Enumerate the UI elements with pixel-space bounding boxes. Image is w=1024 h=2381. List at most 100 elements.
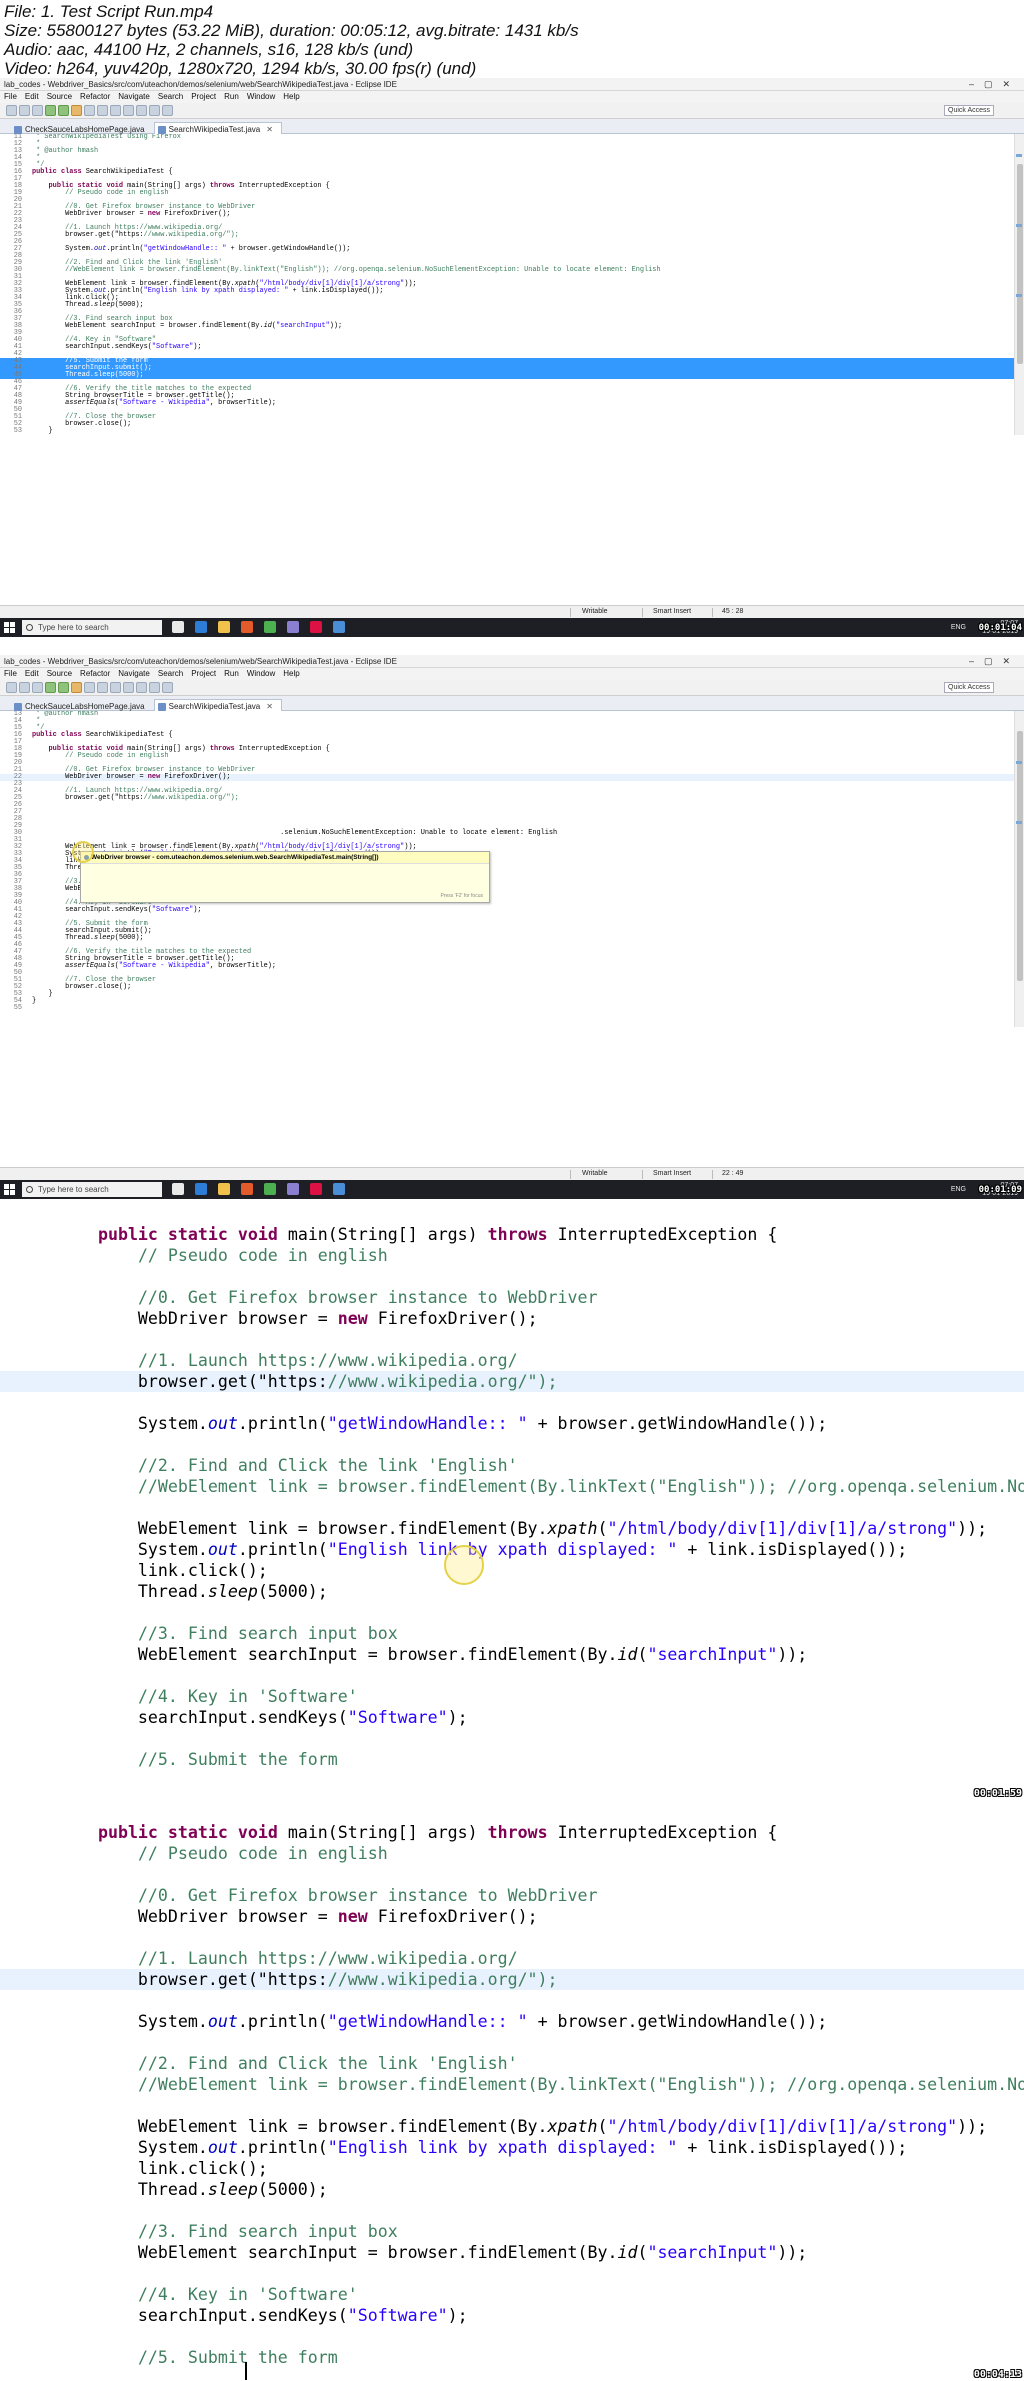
code-line[interactable]: System.out.println("getWindowHandle:: " … bbox=[0, 2011, 1024, 2032]
save-icon[interactable] bbox=[19, 682, 30, 693]
code-line[interactable]: 49 assertEquals("Software - Wikipedia", … bbox=[0, 400, 1014, 407]
scrollbar-thumb[interactable] bbox=[1017, 164, 1023, 364]
code-line[interactable]: 11 * SearchWikipediaTest using Firefox bbox=[0, 134, 1014, 141]
editor-scrollbar[interactable] bbox=[1014, 134, 1024, 435]
menu-refactor[interactable]: Refactor bbox=[80, 669, 110, 678]
code-line[interactable]: //0. Get Firefox browser instance to Web… bbox=[0, 1287, 1024, 1308]
menu-edit[interactable]: Edit bbox=[25, 92, 39, 101]
firefox-icon[interactable] bbox=[241, 621, 253, 633]
code-line[interactable]: System.out.println("getWindowHandle:: " … bbox=[0, 1413, 1024, 1434]
code-line[interactable]: //4. Key in 'Software' bbox=[0, 1686, 1024, 1707]
recorder-icon[interactable] bbox=[310, 1183, 322, 1195]
code-line[interactable]: //3. Find search input box bbox=[0, 1623, 1024, 1644]
overview-marker[interactable] bbox=[1016, 821, 1022, 824]
quick-access-field[interactable]: Quick Access bbox=[944, 105, 994, 116]
hover-tooltip[interactable]: WebDriver browser - com.uteachon.demos.s… bbox=[80, 851, 490, 903]
code-line[interactable] bbox=[0, 1990, 1024, 2011]
external-tools-icon[interactable] bbox=[71, 682, 82, 693]
chrome-icon[interactable] bbox=[264, 621, 276, 633]
window-controls[interactable]: –▢✕ bbox=[969, 78, 1020, 90]
menu-window[interactable]: Window bbox=[247, 669, 275, 678]
new-package-icon[interactable] bbox=[97, 105, 108, 116]
code-line[interactable]: 16 public class SearchWikipediaTest { bbox=[0, 169, 1014, 176]
open-type-icon[interactable] bbox=[123, 105, 134, 116]
new-class-icon[interactable] bbox=[110, 105, 121, 116]
code-line[interactable]: 43 //5. Submit the form bbox=[0, 921, 1014, 928]
menu-window[interactable]: Window bbox=[247, 92, 275, 101]
app-icon[interactable] bbox=[333, 1183, 345, 1195]
code-line[interactable]: 38 WebElement searchInput = browser.find… bbox=[0, 323, 1014, 330]
code-line[interactable]: 22 WebDriver browser = new FirefoxDriver… bbox=[0, 211, 1014, 218]
code-line[interactable]: 25 browser.get("https://www.wikipedia.or… bbox=[0, 795, 1014, 802]
code-line[interactable]: //0. Get Firefox browser instance to Web… bbox=[0, 1885, 1024, 1906]
task-view-icon[interactable] bbox=[172, 621, 184, 633]
code-line[interactable]: 13 * @author hmash bbox=[0, 711, 1014, 718]
code-line[interactable]: //5. Submit the form bbox=[0, 1749, 1024, 1770]
search-icon[interactable] bbox=[136, 105, 147, 116]
quick-access-field[interactable]: Quick Access bbox=[944, 682, 994, 693]
code-line[interactable]: //WebElement link = browser.findElement(… bbox=[0, 2074, 1024, 2095]
code-line[interactable]: 44 searchInput.submit(); bbox=[0, 928, 1014, 935]
code-editor[interactable]: 11 * SearchWikipediaTest using Firefox 12… bbox=[0, 134, 1014, 435]
menu-help[interactable]: Help bbox=[283, 669, 299, 678]
menu-navigate[interactable]: Navigate bbox=[118, 669, 150, 678]
menu-edit[interactable]: Edit bbox=[25, 669, 39, 678]
code-line[interactable]: 41 searchInput.sendKeys("Software"); bbox=[0, 907, 1014, 914]
code-line[interactable]: 53 } bbox=[0, 428, 1014, 435]
code-line[interactable]: 13 * @author hmash bbox=[0, 148, 1014, 155]
code-line[interactable] bbox=[0, 1864, 1024, 1885]
code-line[interactable]: browser.get("https://www.wikipedia.org/"… bbox=[0, 1371, 1024, 1392]
save-icon[interactable] bbox=[19, 105, 30, 116]
eclipse-icon[interactable] bbox=[287, 1183, 299, 1195]
code-editor[interactable]: 13 * @author hmash 14 * 15 */16 public clas… bbox=[0, 711, 1014, 1027]
menu-file[interactable]: File bbox=[4, 92, 17, 101]
forward-icon[interactable] bbox=[162, 105, 173, 116]
code-line[interactable]: //3. Find search input box bbox=[0, 2221, 1024, 2242]
menu-file[interactable]: File bbox=[4, 669, 17, 678]
window-controls[interactable]: –▢✕ bbox=[969, 655, 1020, 667]
code-line[interactable]: 33 System.out.println("English link by x… bbox=[0, 288, 1014, 295]
code-line[interactable]: 27 bbox=[0, 809, 1014, 816]
menu-navigate[interactable]: Navigate bbox=[118, 92, 150, 101]
code-line[interactable]: 28 bbox=[0, 816, 1014, 823]
code-line[interactable]: System.out.println("English link by xpat… bbox=[0, 2137, 1024, 2158]
language-indicator[interactable]: ENG bbox=[951, 624, 966, 632]
code-line[interactable]: 16 public class SearchWikipediaTest { bbox=[0, 732, 1014, 739]
menu-run[interactable]: Run bbox=[224, 92, 239, 101]
code-line[interactable] bbox=[0, 1329, 1024, 1350]
code-line[interactable] bbox=[0, 2200, 1024, 2221]
new-class-icon[interactable] bbox=[110, 682, 121, 693]
code-line[interactable]: WebDriver browser = new FirefoxDriver(); bbox=[0, 1906, 1024, 1927]
code-line[interactable]: // Pseudo code in english bbox=[0, 1843, 1024, 1864]
menu-search[interactable]: Search bbox=[158, 92, 183, 101]
code-line[interactable]: System.out.println("English link by xpat… bbox=[0, 1539, 1024, 1560]
debug-icon[interactable] bbox=[45, 682, 56, 693]
close-tab-icon[interactable]: ✕ bbox=[266, 125, 273, 134]
firefox-icon[interactable] bbox=[241, 1183, 253, 1195]
run-icon[interactable] bbox=[58, 105, 69, 116]
code-line[interactable] bbox=[0, 1927, 1024, 1948]
debug-icon[interactable] bbox=[45, 105, 56, 116]
back-icon[interactable] bbox=[149, 105, 160, 116]
new-icon[interactable] bbox=[6, 682, 17, 693]
chrome-icon[interactable] bbox=[264, 1183, 276, 1195]
code-line[interactable]: 53 } bbox=[0, 991, 1014, 998]
new-package-icon[interactable] bbox=[97, 682, 108, 693]
app-icon[interactable] bbox=[333, 621, 345, 633]
menu-search[interactable]: Search bbox=[158, 669, 183, 678]
code-line[interactable]: 34 link.click(); bbox=[0, 295, 1014, 302]
code-line[interactable]: 12 * bbox=[0, 141, 1014, 148]
overview-marker[interactable] bbox=[1016, 224, 1022, 227]
code-line[interactable]: 55 bbox=[0, 1005, 1014, 1012]
code-line[interactable]: //4. Key in 'Software' bbox=[0, 2284, 1024, 2305]
edge-icon[interactable] bbox=[195, 1183, 207, 1195]
file-explorer-icon[interactable] bbox=[218, 1183, 230, 1195]
code-line[interactable]: 27 System.out.println("getWindowHandle::… bbox=[0, 246, 1014, 253]
code-line[interactable]: 41 searchInput.sendKeys("Software"); bbox=[0, 344, 1014, 351]
code-line[interactable] bbox=[0, 1665, 1024, 1686]
code-line[interactable]: browser.get("https://www.wikipedia.org/"… bbox=[0, 1969, 1024, 1990]
overview-marker[interactable] bbox=[1016, 294, 1022, 297]
menu-source[interactable]: Source bbox=[47, 92, 72, 101]
code-line[interactable]: public static void main(String[] args) t… bbox=[0, 1822, 1024, 1843]
menu-run[interactable]: Run bbox=[224, 669, 239, 678]
